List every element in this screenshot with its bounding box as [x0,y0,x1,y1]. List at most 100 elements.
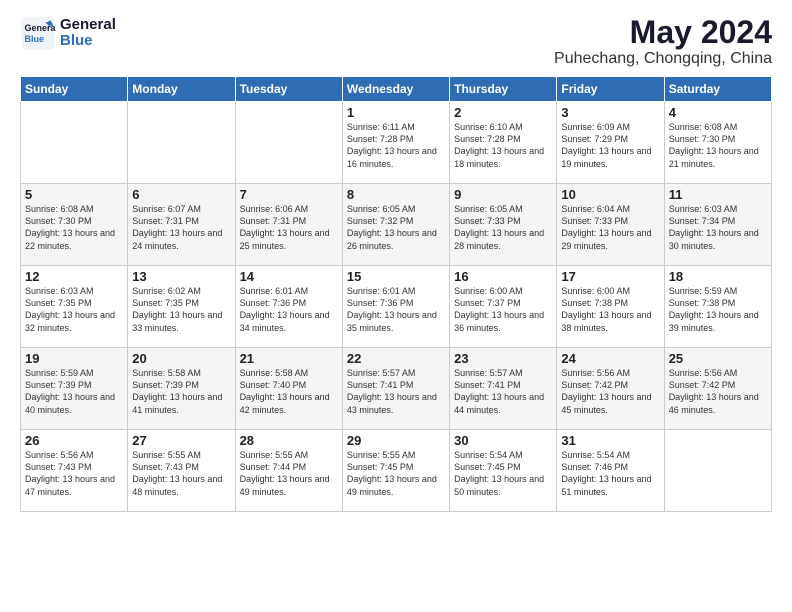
calendar-table: Sunday Monday Tuesday Wednesday Thursday… [20,76,772,512]
day-info: Sunrise: 5:58 AMSunset: 7:40 PMDaylight:… [240,367,338,416]
page-header: General Blue General Blue May 2024 Puhec… [20,15,772,68]
day-number: 19 [25,351,123,366]
day-cell: 15Sunrise: 6:01 AMSunset: 7:36 PMDayligh… [342,266,449,348]
day-cell: 30Sunrise: 5:54 AMSunset: 7:45 PMDayligh… [450,430,557,512]
day-info: Sunrise: 5:56 AMSunset: 7:42 PMDaylight:… [669,367,767,416]
day-info: Sunrise: 5:57 AMSunset: 7:41 PMDaylight:… [454,367,552,416]
header-friday: Friday [557,77,664,102]
header-saturday: Saturday [664,77,771,102]
day-cell: 7Sunrise: 6:06 AMSunset: 7:31 PMDaylight… [235,184,342,266]
day-cell: 14Sunrise: 6:01 AMSunset: 7:36 PMDayligh… [235,266,342,348]
day-cell: 9Sunrise: 6:05 AMSunset: 7:33 PMDaylight… [450,184,557,266]
day-number: 18 [669,269,767,284]
day-cell: 28Sunrise: 5:55 AMSunset: 7:44 PMDayligh… [235,430,342,512]
day-number: 28 [240,433,338,448]
day-cell: 17Sunrise: 6:00 AMSunset: 7:38 PMDayligh… [557,266,664,348]
day-cell: 22Sunrise: 5:57 AMSunset: 7:41 PMDayligh… [342,348,449,430]
logo: General Blue General Blue [20,15,116,51]
header-tuesday: Tuesday [235,77,342,102]
day-info: Sunrise: 6:02 AMSunset: 7:35 PMDaylight:… [132,285,230,334]
day-number: 6 [132,187,230,202]
day-number: 30 [454,433,552,448]
day-info: Sunrise: 6:01 AMSunset: 7:36 PMDaylight:… [347,285,445,334]
day-number: 10 [561,187,659,202]
day-cell: 11Sunrise: 6:03 AMSunset: 7:34 PMDayligh… [664,184,771,266]
header-thursday: Thursday [450,77,557,102]
day-cell: 26Sunrise: 5:56 AMSunset: 7:43 PMDayligh… [21,430,128,512]
day-info: Sunrise: 6:06 AMSunset: 7:31 PMDaylight:… [240,203,338,252]
day-info: Sunrise: 5:55 AMSunset: 7:45 PMDaylight:… [347,449,445,498]
day-number: 3 [561,105,659,120]
day-cell: 18Sunrise: 5:59 AMSunset: 7:38 PMDayligh… [664,266,771,348]
header-monday: Monday [128,77,235,102]
day-info: Sunrise: 5:57 AMSunset: 7:41 PMDaylight:… [347,367,445,416]
day-cell: 21Sunrise: 5:58 AMSunset: 7:40 PMDayligh… [235,348,342,430]
day-cell: 10Sunrise: 6:04 AMSunset: 7:33 PMDayligh… [557,184,664,266]
day-info: Sunrise: 6:09 AMSunset: 7:29 PMDaylight:… [561,121,659,170]
day-info: Sunrise: 5:54 AMSunset: 7:46 PMDaylight:… [561,449,659,498]
day-cell: 6Sunrise: 6:07 AMSunset: 7:31 PMDaylight… [128,184,235,266]
day-number: 13 [132,269,230,284]
week-row-5: 26Sunrise: 5:56 AMSunset: 7:43 PMDayligh… [21,430,772,512]
week-row-2: 5Sunrise: 6:08 AMSunset: 7:30 PMDaylight… [21,184,772,266]
day-info: Sunrise: 6:00 AMSunset: 7:37 PMDaylight:… [454,285,552,334]
day-cell: 27Sunrise: 5:55 AMSunset: 7:43 PMDayligh… [128,430,235,512]
week-row-3: 12Sunrise: 6:03 AMSunset: 7:35 PMDayligh… [21,266,772,348]
weekday-header-row: Sunday Monday Tuesday Wednesday Thursday… [21,77,772,102]
logo-icon: General Blue [20,15,56,51]
day-cell: 1Sunrise: 6:11 AMSunset: 7:28 PMDaylight… [342,102,449,184]
day-cell: 8Sunrise: 6:05 AMSunset: 7:32 PMDaylight… [342,184,449,266]
day-cell: 5Sunrise: 6:08 AMSunset: 7:30 PMDaylight… [21,184,128,266]
day-info: Sunrise: 6:01 AMSunset: 7:36 PMDaylight:… [240,285,338,334]
day-number: 11 [669,187,767,202]
day-cell [128,102,235,184]
day-number: 22 [347,351,445,366]
week-row-4: 19Sunrise: 5:59 AMSunset: 7:39 PMDayligh… [21,348,772,430]
day-cell: 23Sunrise: 5:57 AMSunset: 7:41 PMDayligh… [450,348,557,430]
day-cell: 4Sunrise: 6:08 AMSunset: 7:30 PMDaylight… [664,102,771,184]
day-cell [664,430,771,512]
day-number: 4 [669,105,767,120]
day-number: 2 [454,105,552,120]
day-info: Sunrise: 6:03 AMSunset: 7:34 PMDaylight:… [669,203,767,252]
day-cell [235,102,342,184]
day-number: 5 [25,187,123,202]
day-cell: 25Sunrise: 5:56 AMSunset: 7:42 PMDayligh… [664,348,771,430]
day-info: Sunrise: 6:11 AMSunset: 7:28 PMDaylight:… [347,121,445,170]
day-cell: 13Sunrise: 6:02 AMSunset: 7:35 PMDayligh… [128,266,235,348]
day-number: 25 [669,351,767,366]
day-cell: 19Sunrise: 5:59 AMSunset: 7:39 PMDayligh… [21,348,128,430]
day-info: Sunrise: 6:08 AMSunset: 7:30 PMDaylight:… [25,203,123,252]
day-info: Sunrise: 6:10 AMSunset: 7:28 PMDaylight:… [454,121,552,170]
title-block: May 2024 Puhechang, Chongqing, China [554,15,772,68]
day-number: 7 [240,187,338,202]
calendar-page: General Blue General Blue May 2024 Puhec… [0,0,792,612]
location-title: Puhechang, Chongqing, China [554,50,772,68]
day-cell: 31Sunrise: 5:54 AMSunset: 7:46 PMDayligh… [557,430,664,512]
day-number: 29 [347,433,445,448]
day-info: Sunrise: 6:03 AMSunset: 7:35 PMDaylight:… [25,285,123,334]
day-number: 20 [132,351,230,366]
day-number: 21 [240,351,338,366]
day-info: Sunrise: 5:56 AMSunset: 7:43 PMDaylight:… [25,449,123,498]
logo-text: General Blue [60,17,116,50]
day-number: 1 [347,105,445,120]
day-info: Sunrise: 5:58 AMSunset: 7:39 PMDaylight:… [132,367,230,416]
header-wednesday: Wednesday [342,77,449,102]
day-info: Sunrise: 6:00 AMSunset: 7:38 PMDaylight:… [561,285,659,334]
day-cell: 2Sunrise: 6:10 AMSunset: 7:28 PMDaylight… [450,102,557,184]
day-number: 24 [561,351,659,366]
day-info: Sunrise: 6:05 AMSunset: 7:33 PMDaylight:… [454,203,552,252]
day-number: 16 [454,269,552,284]
day-cell: 20Sunrise: 5:58 AMSunset: 7:39 PMDayligh… [128,348,235,430]
day-number: 15 [347,269,445,284]
day-cell: 3Sunrise: 6:09 AMSunset: 7:29 PMDaylight… [557,102,664,184]
day-cell [21,102,128,184]
day-number: 12 [25,269,123,284]
day-number: 27 [132,433,230,448]
day-info: Sunrise: 6:05 AMSunset: 7:32 PMDaylight:… [347,203,445,252]
day-cell: 24Sunrise: 5:56 AMSunset: 7:42 PMDayligh… [557,348,664,430]
day-info: Sunrise: 5:55 AMSunset: 7:43 PMDaylight:… [132,449,230,498]
day-info: Sunrise: 5:59 AMSunset: 7:39 PMDaylight:… [25,367,123,416]
day-info: Sunrise: 6:08 AMSunset: 7:30 PMDaylight:… [669,121,767,170]
